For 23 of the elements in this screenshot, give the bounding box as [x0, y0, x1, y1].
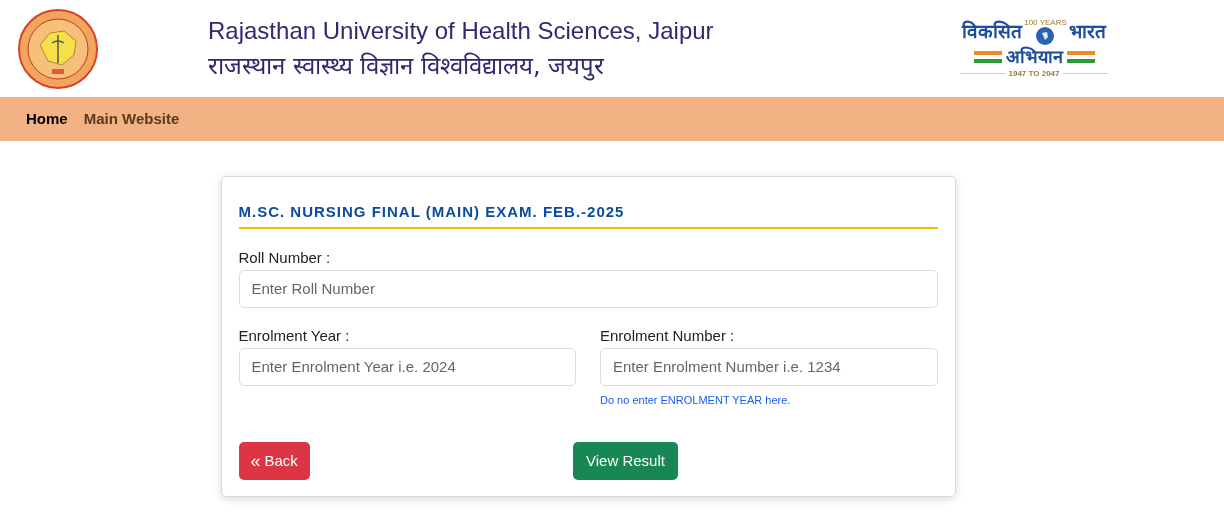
- view-result-button[interactable]: View Result: [573, 442, 678, 480]
- logo-years: 1947 TO 2047: [1008, 67, 1060, 80]
- logo-word: भारत: [1068, 19, 1106, 45]
- logo-word: अभियान: [1005, 45, 1063, 68]
- logo-caption: 100 YEARS: [1024, 18, 1067, 27]
- field-label: Enrolment Number :: [600, 325, 736, 346]
- logo-word: विकसित: [962, 19, 1023, 45]
- university-title: Rajasthan University of Health Sciences, Jaipur: [208, 15, 714, 46]
- nav-link[interactable]: Home: [26, 107, 68, 131]
- university-title-hindi: राजस्थान स्वास्थ्य विज्ञान विश्वविद्यालय, जयपुर: [208, 50, 606, 82]
- globe-icon: [1036, 27, 1055, 45]
- form-title: M.SC. NURSING FINAL (MAIN) EXAM. FEB.-2025: [238, 201, 938, 229]
- enrolment-number-field[interactable]: Enter Enrolment Number i.e. 1234: [600, 347, 938, 386]
- flag-stripes-icon: [1066, 49, 1095, 64]
- nav-link[interactable]: Main Website: [83, 107, 180, 131]
- enrolment-year-field[interactable]: Enter Enrolment Year i.e. 2024: [238, 347, 576, 386]
- field-label: Roll Number :: [238, 247, 332, 268]
- hint-text: Do no enter ENROLMENT YEAR here.: [600, 392, 792, 408]
- university-emblem-icon: [18, 8, 98, 89]
- roll-number-field[interactable]: Enter Roll Number: [238, 269, 938, 308]
- back-button[interactable]: « Back: [238, 442, 310, 480]
- flag-stripes-icon: [973, 49, 1002, 64]
- field-label: Enrolment Year :: [238, 325, 351, 346]
